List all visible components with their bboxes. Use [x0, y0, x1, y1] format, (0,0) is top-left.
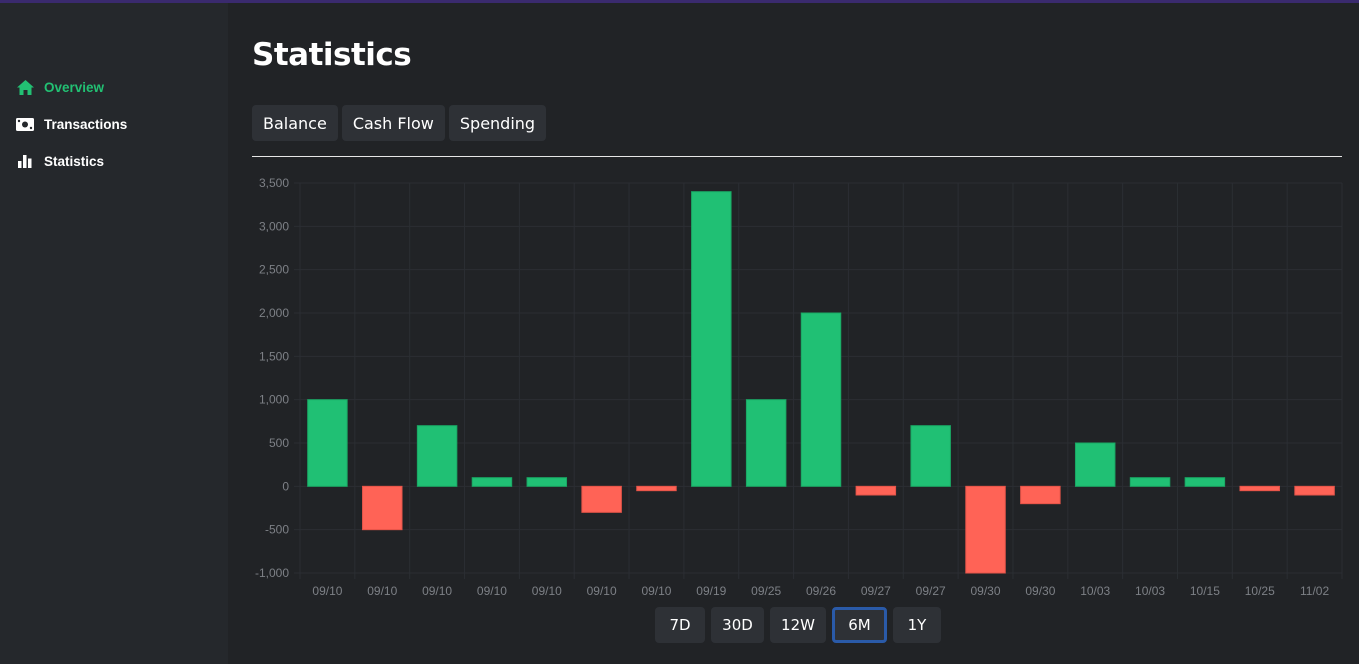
x-tick-label: 10/15: [1190, 584, 1220, 598]
x-tick-label: 09/10: [367, 584, 397, 598]
chart-bar: [910, 425, 951, 487]
chart-bar: [581, 485, 622, 513]
chart-bar: [1074, 442, 1116, 487]
chart-bar: [1129, 477, 1171, 487]
y-tick-label: 0: [282, 479, 289, 493]
x-tick-label: 09/25: [751, 584, 781, 598]
sidebar-item-label: Overview: [44, 79, 105, 95]
y-tick-label: 2,500: [259, 263, 289, 277]
x-tick-label: 09/10: [312, 584, 342, 598]
chart-bar: [855, 485, 897, 496]
chart-bar: [1184, 477, 1226, 487]
bar-chart-icon: [16, 153, 34, 169]
sidebar-item-overview[interactable]: Overview: [16, 79, 104, 95]
sidebar-item-statistics[interactable]: Statistics: [16, 153, 104, 169]
time-range-selector: 7D 30D 12W 6M 1Y: [655, 607, 941, 643]
sidebar-item-label: Statistics: [44, 153, 105, 169]
chart-bar: [965, 485, 1006, 574]
money-icon: [16, 116, 34, 132]
y-tick-label: 1,500: [259, 349, 289, 363]
sidebar-item-label: Transactions: [44, 116, 128, 132]
y-tick-label: 500: [269, 436, 289, 450]
chart-bar: [1239, 485, 1280, 492]
x-tick-label: 09/30: [1025, 584, 1055, 598]
x-tick-label: 09/10: [641, 584, 671, 598]
x-tick-label: 09/27: [861, 584, 891, 598]
y-tick-label: 3,000: [259, 219, 289, 233]
x-tick-label: 09/26: [806, 584, 836, 598]
x-tick-label: 10/03: [1080, 584, 1110, 598]
x-tick-label: 09/10: [532, 584, 562, 598]
x-tick-label: 09/10: [587, 584, 617, 598]
y-tick-label: 2,000: [259, 306, 289, 320]
range-6m[interactable]: 6M: [832, 607, 887, 643]
chart-bar: [307, 399, 348, 487]
chart-bar: [1294, 485, 1335, 496]
x-tick-label: 09/30: [971, 584, 1001, 598]
chart-bar: [800, 312, 842, 487]
chart-bar: [636, 485, 677, 492]
chart-bar: [416, 425, 458, 487]
x-tick-label: 09/27: [916, 584, 946, 598]
main-content: Statistics Balance Cash Flow Spending 3,…: [228, 3, 1359, 664]
range-12w[interactable]: 12W: [770, 607, 826, 643]
x-tick-label: 09/10: [422, 584, 452, 598]
x-tick-label: 09/10: [477, 584, 507, 598]
cash-flow-chart: 3,500 3,000 2,500 2,000 1,500 1,000 500 0 -500 -1…: [255, 176, 1343, 598]
x-tick-label: 09/19: [696, 584, 726, 598]
range-7d[interactable]: 7D: [655, 607, 705, 643]
y-tick-label: -1,000: [255, 566, 289, 580]
range-1y[interactable]: 1Y: [893, 607, 941, 643]
chart-bar: [471, 477, 513, 487]
sidebar: Overview Transactions Statistics: [0, 3, 228, 664]
chart-bar: [745, 399, 787, 487]
chart-bar: [1020, 485, 1061, 505]
y-tick-label: 1,000: [259, 393, 289, 407]
x-tick-label: 11/02: [1300, 584, 1329, 598]
chart-bar: [691, 191, 732, 487]
range-30d[interactable]: 30D: [711, 607, 764, 643]
home-icon: [16, 79, 34, 95]
sidebar-item-transactions[interactable]: Transactions: [16, 116, 127, 132]
x-tick-label: 10/03: [1135, 584, 1165, 598]
chart-bar: [526, 477, 568, 487]
x-tick-label: 10/25: [1245, 584, 1275, 598]
chart-bar: [362, 485, 403, 531]
y-tick-label: 3,500: [259, 176, 289, 190]
y-tick-label: -500: [265, 523, 289, 537]
